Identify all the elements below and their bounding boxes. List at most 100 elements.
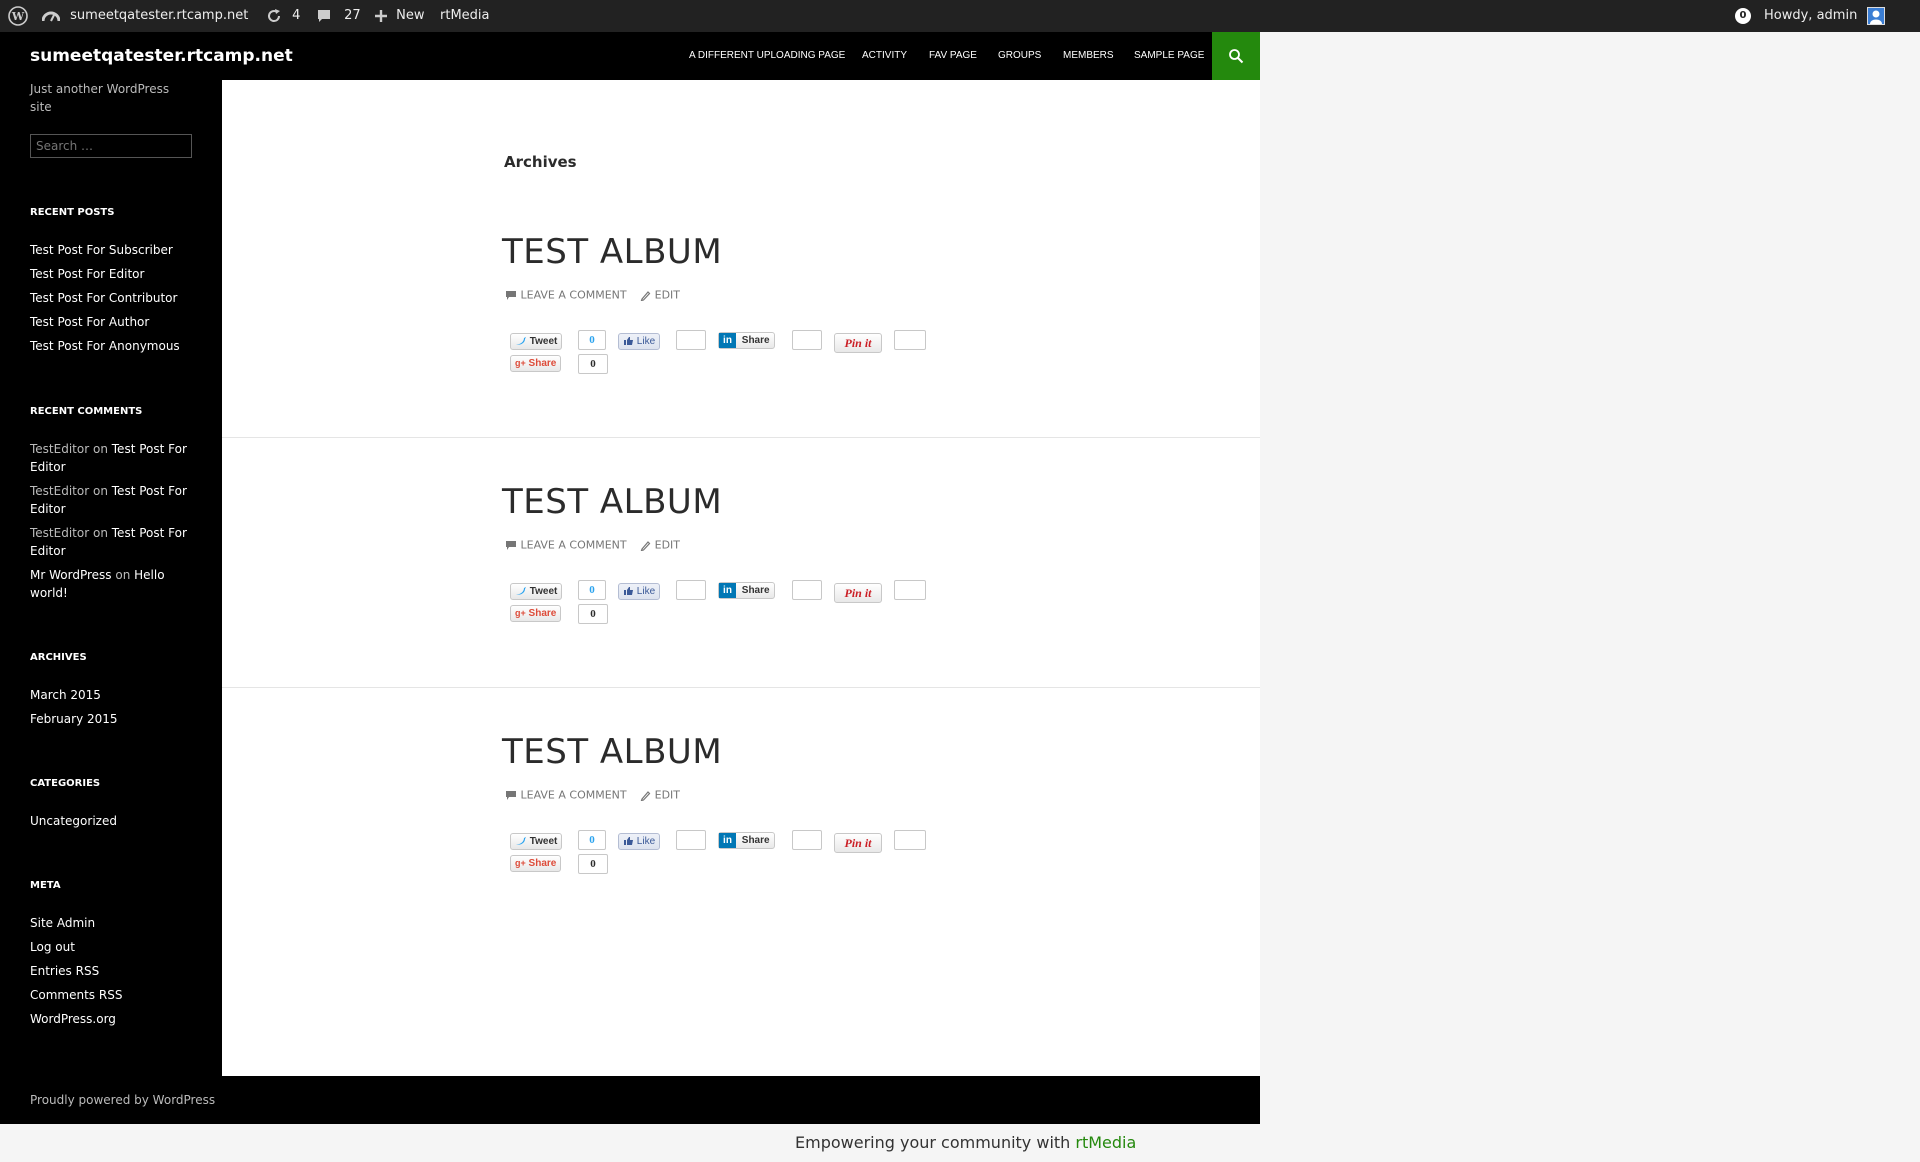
- tweet-count: 0: [578, 330, 606, 350]
- powered-by-link[interactable]: Proudly powered by WordPress: [30, 1076, 215, 1124]
- primary-navigation: A DIFFERENT UPLOADING PAGE ACTIVITY FAV …: [0, 32, 1260, 80]
- sidebar-search-input[interactable]: [30, 134, 192, 158]
- linkedin-count: [792, 830, 822, 850]
- wordpress-logo-icon[interactable]: W: [8, 0, 28, 32]
- post-divider: [222, 687, 1260, 688]
- admin-bar: W sumeetqatester.rtcamp.net 4 27 New rtM…: [0, 0, 1920, 32]
- meta-wordpress-org-link[interactable]: WordPress.org: [30, 1010, 116, 1028]
- site-tagline: Just another WordPress site: [30, 82, 170, 114]
- share-buttons: Tweet 0 Like in Share Pin it g+ Share 0: [508, 830, 948, 880]
- share-buttons: Tweet 0 Like in Share Pin it g+ Share 0: [508, 330, 948, 380]
- recent-post-link[interactable]: Test Post For Contributor: [30, 289, 177, 307]
- recent-post-link[interactable]: Test Post For Author: [30, 313, 149, 331]
- updates-button[interactable]: 4: [266, 0, 300, 32]
- edit-post-link[interactable]: EDIT: [655, 289, 680, 302]
- pinit-label: Pin it: [844, 836, 872, 850]
- facebook-like-button[interactable]: Like: [618, 333, 661, 350]
- my-account-menu[interactable]: Howdy, admin: [1764, 0, 1886, 32]
- category-link[interactable]: Uncategorized: [30, 812, 117, 830]
- tweet-label: Tweet: [529, 836, 558, 847]
- recent-comment-item: TestEditor on Test Post For Editor: [30, 524, 190, 560]
- edit-post-link[interactable]: EDIT: [655, 539, 680, 552]
- nav-item-sample-page[interactable]: SAMPLE PAGE: [1134, 32, 1204, 80]
- facebook-like-button[interactable]: Like: [618, 583, 661, 600]
- recent-comment-item: Mr WordPress on Hello world!: [30, 566, 190, 602]
- facebook-like-button[interactable]: Like: [618, 833, 661, 850]
- tweet-button[interactable]: Tweet: [510, 333, 563, 350]
- leave-comment-link[interactable]: LEAVE A COMMENT: [521, 789, 627, 802]
- meta-site-admin-link[interactable]: Site Admin: [30, 914, 95, 932]
- tweet-button[interactable]: Tweet: [510, 583, 563, 600]
- post-meta: LEAVE A COMMENT EDIT: [505, 788, 680, 802]
- new-content-button[interactable]: New: [374, 0, 425, 32]
- gplus-count: 0: [578, 354, 608, 374]
- post-divider: [222, 437, 1260, 438]
- comment-icon: [506, 290, 516, 300]
- post-title[interactable]: TEST ALBUM: [502, 482, 722, 522]
- comments-button[interactable]: 27: [316, 0, 361, 32]
- rtmedia-footer-text: Empowering your community with: [795, 1133, 1071, 1152]
- tweet-button[interactable]: Tweet: [510, 833, 563, 850]
- recent-post-link[interactable]: Test Post For Anonymous: [30, 337, 180, 355]
- gplus-share-button[interactable]: g+ Share: [510, 855, 562, 872]
- nav-item-members[interactable]: MEMBERS: [1063, 32, 1114, 80]
- gplus-share-button[interactable]: g+ Share: [510, 605, 562, 622]
- post-title[interactable]: TEST ALBUM: [502, 232, 722, 272]
- nav-item-activity[interactable]: ACTIVITY: [862, 32, 907, 80]
- comment-author: TestEditor: [30, 442, 90, 456]
- linkedin-share-button[interactable]: in Share: [718, 582, 775, 599]
- linkedin-count: [792, 330, 822, 350]
- pinterest-pin-button[interactable]: Pin it: [834, 833, 882, 853]
- meta-comments-rss-link[interactable]: Comments RSS: [30, 986, 122, 1004]
- recent-post-link[interactable]: Test Post For Editor: [30, 265, 144, 283]
- rtmedia-menu[interactable]: rtMedia: [440, 0, 490, 32]
- pinterest-pin-button[interactable]: Pin it: [834, 333, 882, 353]
- archive-link[interactable]: March 2015: [30, 686, 101, 704]
- search-icon: [1229, 49, 1244, 64]
- updates-icon: [268, 8, 281, 22]
- post-title[interactable]: TEST ALBUM: [502, 732, 722, 772]
- notifications-badge[interactable]: 0: [1735, 0, 1751, 32]
- sidebar: Just another WordPress site RECENT POSTS…: [0, 80, 222, 1076]
- thumbs-up-icon: [624, 337, 633, 346]
- notification-count: 0: [1735, 7, 1751, 24]
- comment-author[interactable]: Mr WordPress: [30, 568, 112, 582]
- linkedin-icon: in: [719, 833, 736, 848]
- meta-entries-rss-link[interactable]: Entries RSS: [30, 962, 99, 980]
- thumbs-up-icon: [624, 837, 633, 846]
- recent-post-link[interactable]: Test Post For Subscriber: [30, 241, 173, 259]
- twitter-icon: [516, 587, 526, 595]
- share-buttons: Tweet 0 Like in Share Pin it g+ Share 0: [508, 580, 948, 630]
- archive-link[interactable]: February 2015: [30, 710, 118, 728]
- rtmedia-footer-link[interactable]: rtMedia: [1075, 1133, 1136, 1152]
- linkedin-share-button[interactable]: in Share: [718, 332, 775, 349]
- search-toggle-button[interactable]: [1212, 32, 1260, 80]
- comment-on: on: [92, 484, 108, 498]
- pinterest-pin-button[interactable]: Pin it: [834, 583, 882, 603]
- admin-bar-site-link[interactable]: sumeetqatester.rtcamp.net: [41, 0, 248, 32]
- nav-item-fav-page[interactable]: FAV PAGE: [929, 32, 977, 80]
- edit-post-link[interactable]: EDIT: [655, 789, 680, 802]
- leave-comment-link[interactable]: LEAVE A COMMENT: [521, 289, 627, 302]
- linkedin-share-label: Share: [741, 335, 770, 346]
- nav-item-uploading[interactable]: A DIFFERENT UPLOADING PAGE: [689, 32, 845, 80]
- nav-item-groups[interactable]: GROUPS: [998, 32, 1041, 80]
- comment-on: on: [92, 526, 108, 540]
- comment-icon: [318, 9, 330, 22]
- avatar: [1867, 6, 1886, 25]
- gplus-share-label: Share: [528, 608, 557, 619]
- like-count: [676, 580, 706, 600]
- pencil-icon: [640, 790, 651, 801]
- pencil-icon: [640, 540, 651, 551]
- meta-logout-link[interactable]: Log out: [30, 938, 75, 956]
- leave-comment-link[interactable]: LEAVE A COMMENT: [521, 539, 627, 552]
- main-content: Archives TEST ALBUM LEAVE A COMMENT EDIT…: [222, 80, 1260, 1076]
- comment-author: TestEditor: [30, 484, 90, 498]
- site-header: sumeetqatester.rtcamp.net A DIFFERENT UP…: [0, 32, 1260, 80]
- archives-title: ARCHIVES: [30, 652, 87, 663]
- new-label: New: [396, 8, 425, 23]
- linkedin-share-button[interactable]: in Share: [718, 832, 775, 849]
- gplus-icon: g+: [515, 358, 526, 368]
- gplus-share-button[interactable]: g+ Share: [510, 355, 562, 372]
- linkedin-icon: in: [719, 333, 736, 348]
